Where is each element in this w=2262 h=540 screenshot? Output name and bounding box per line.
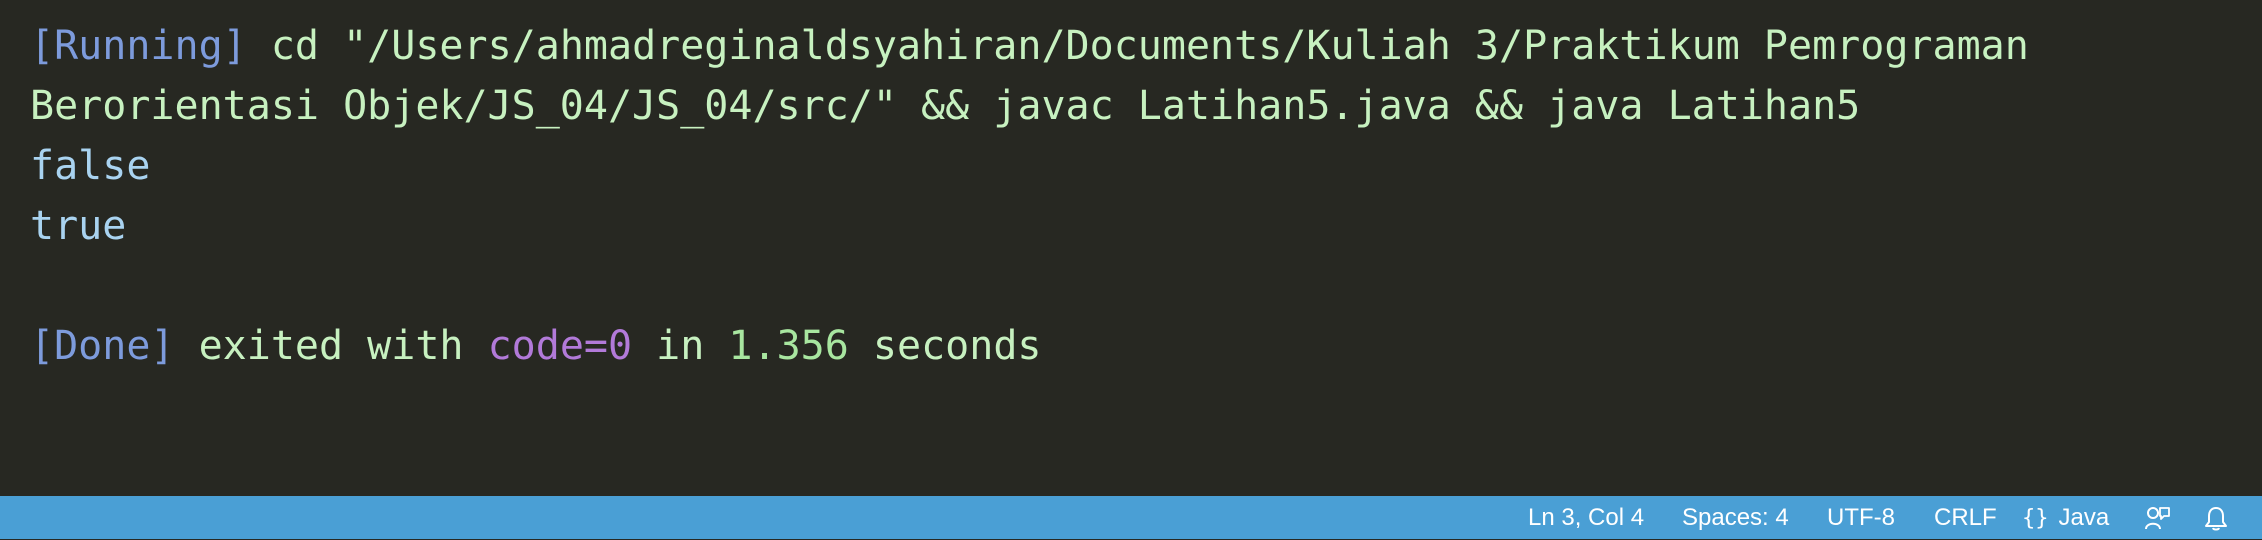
output-line-done: [Done] exited with code=0 in 1.356 secon… [30, 316, 2230, 376]
output-line-running: [Running] cd "/Users/ahmadreginaldsyahir… [30, 16, 2230, 76]
run-command-text: cd "/Users/ahmadreginaldsyahiran/Documen… [246, 23, 2029, 69]
done-text-in: in [632, 323, 729, 369]
indentation-setting[interactable]: Spaces: 4 [1682, 496, 1789, 539]
output-line-command-continued: Berorientasi Objek/JS_04/JS_04/src/" && … [30, 76, 2230, 136]
line-ending-setting[interactable]: CRLF [1934, 496, 1997, 539]
output-blank-line [30, 256, 2230, 316]
status-bar: Ln 3, Col 4 Spaces: 4 UTF-8 CRLF {} Java [0, 496, 2262, 539]
feedback-icon[interactable] [2144, 505, 2170, 531]
encoding-setting[interactable]: UTF-8 [1827, 496, 1895, 539]
cursor-position[interactable]: Ln 3, Col 4 [1528, 496, 1644, 539]
running-tag: [Running] [30, 23, 247, 69]
output-line-false: false [30, 143, 151, 189]
output-line-true: true [30, 203, 127, 249]
exit-code: code=0 [487, 323, 633, 369]
braces-icon: {} [2022, 506, 2049, 531]
duration-value: 1.356 [728, 323, 849, 369]
output-panel[interactable]: [Running] cd "/Users/ahmadreginaldsyahir… [30, 16, 2230, 376]
bell-icon[interactable] [2203, 505, 2229, 531]
run-command-text-continued: Berorientasi Objek/JS_04/JS_04/src/" && … [30, 83, 1861, 129]
done-text-seconds: seconds [848, 323, 1042, 369]
language-mode[interactable]: {} Java [2022, 496, 2109, 539]
done-text: exited with [174, 323, 488, 369]
language-label: Java [2058, 504, 2110, 531]
done-tag: [Done] [30, 323, 175, 369]
